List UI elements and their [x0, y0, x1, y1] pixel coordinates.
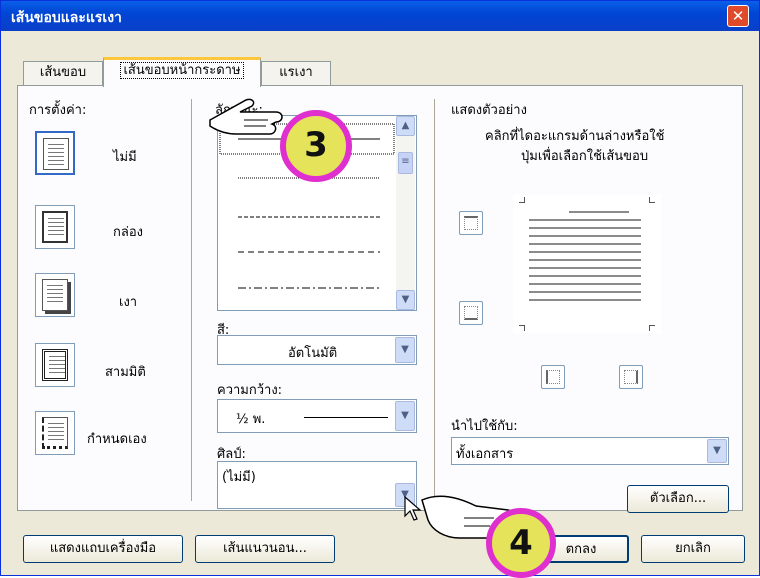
- width-label: ความกว้าง:: [217, 383, 283, 398]
- setting-3d-icon[interactable]: [35, 343, 75, 387]
- right-border-button[interactable]: [619, 365, 643, 389]
- title-bar[interactable]: เส้นขอบและแรเงา ✕: [1, 1, 759, 31]
- scroll-thumb[interactable]: ≡: [398, 152, 413, 174]
- tab-shading-label: แรเงา: [279, 65, 313, 80]
- close-button[interactable]: ✕: [727, 5, 749, 27]
- preview-text-line: [529, 259, 641, 261]
- corner-mark: [649, 197, 655, 203]
- top-border-icon: [464, 216, 478, 230]
- preview-hint-line2: ปุ่มเพื่อเลือกใช้เส้นขอบ: [521, 149, 649, 164]
- width-value: ½ พ.: [236, 412, 266, 427]
- bottom-border-button[interactable]: [459, 301, 483, 325]
- preview-text-line: [569, 211, 629, 213]
- setting-custom-label[interactable]: กำหนดเอง: [87, 428, 147, 449]
- setting-custom-icon[interactable]: [35, 411, 75, 455]
- preview-text-line: [529, 291, 641, 293]
- tab-shading[interactable]: แรเงา: [261, 61, 331, 85]
- art-value: (ไม่มี): [222, 470, 256, 485]
- divider: [434, 99, 435, 501]
- page-thumbnail-icon: [42, 211, 68, 243]
- chevron-down-icon[interactable]: ▼: [395, 337, 415, 363]
- setting-shadow-label[interactable]: เงา: [119, 291, 137, 312]
- left-border-button[interactable]: [541, 365, 565, 389]
- color-dropdown[interactable]: อัตโนมัติ ▼: [217, 335, 417, 365]
- chevron-down-icon[interactable]: ▼: [395, 401, 415, 431]
- preview-text-line: [529, 283, 641, 285]
- corner-mark: [649, 325, 655, 331]
- setting-box-label[interactable]: กล่อง: [113, 221, 143, 242]
- preview-text-line: [529, 227, 641, 229]
- pointing-hand-icon: [209, 98, 283, 135]
- dialog-title: เส้นขอบและแรเงา: [11, 10, 122, 26]
- setting-none-label[interactable]: ไม่มี: [113, 146, 137, 167]
- preview-text-line: [529, 235, 641, 237]
- setting-none-icon[interactable]: [35, 131, 75, 175]
- left-border-icon: [546, 370, 560, 384]
- preview-text-line: [529, 219, 641, 221]
- width-sample-line: [304, 417, 388, 418]
- settings-heading: การตั้งค่า:: [29, 103, 87, 118]
- page-thumbnail-icon: [42, 349, 68, 381]
- page-thumbnail-icon: [42, 417, 68, 449]
- apply-to-dropdown[interactable]: ทั้งเอกสาร ▼: [451, 437, 729, 465]
- preview-heading: แสดงตัวอย่าง: [451, 103, 527, 118]
- callout-badge-4: 4: [486, 508, 556, 578]
- top-border-button[interactable]: [459, 211, 483, 235]
- options-button[interactable]: ตัวเลือก...: [627, 485, 729, 513]
- page-thumbnail-icon: [42, 279, 68, 311]
- color-value: อัตโนมัติ: [288, 346, 338, 361]
- tab-page-border-label: เส้นขอบหน้ากระดาษ: [120, 62, 244, 79]
- setting-shadow-icon[interactable]: [35, 273, 75, 317]
- preview-text-line: [529, 251, 641, 253]
- setting-box-icon[interactable]: [35, 205, 75, 249]
- divider: [191, 99, 192, 501]
- setting-3d-label[interactable]: สามมิติ: [105, 361, 146, 382]
- preview-diagram[interactable]: [513, 195, 661, 333]
- preview-text-line: [529, 275, 641, 277]
- page-thumbnail-icon: [43, 138, 69, 170]
- preview-hint-line1: คลิกที่ไดอะแกรมด้านล่างหรือใช้: [485, 129, 665, 144]
- apply-to-value: ทั้งเอกสาร: [456, 447, 514, 462]
- chevron-down-icon[interactable]: ▼: [707, 439, 727, 463]
- tab-borders[interactable]: เส้นขอบ: [23, 61, 103, 85]
- horizontal-line-button[interactable]: เส้นแนวนอน...: [195, 535, 335, 563]
- tab-borders-label: เส้นขอบ: [39, 65, 87, 80]
- cancel-button[interactable]: ยกเลิก: [641, 535, 745, 563]
- scroll-down-button[interactable]: ▼: [396, 290, 415, 310]
- scroll-up-button[interactable]: ▲: [396, 116, 415, 136]
- preview-text-line: [529, 299, 641, 301]
- corner-mark: [519, 197, 525, 203]
- apply-to-label: นำไปใช้กับ:: [451, 419, 518, 434]
- callout-badge-3: 3: [280, 110, 352, 182]
- preview-text-line: [529, 243, 641, 245]
- art-dropdown[interactable]: (ไม่มี) ▼: [217, 461, 417, 509]
- bottom-border-icon: [464, 306, 478, 320]
- borders-and-shading-dialog: เส้นขอบและแรเงา ✕ เส้นขอบ เส้นขอบหน้ากระ…: [0, 0, 760, 576]
- right-border-icon: [624, 370, 638, 384]
- corner-mark: [519, 325, 525, 331]
- width-dropdown[interactable]: ½ พ. ▼: [217, 399, 417, 433]
- tab-page-border[interactable]: เส้นขอบหน้ากระดาษ: [103, 57, 261, 87]
- preview-text-line: [529, 267, 641, 269]
- show-toolbar-button[interactable]: แสดงแถบเครื่องมือ: [23, 535, 183, 563]
